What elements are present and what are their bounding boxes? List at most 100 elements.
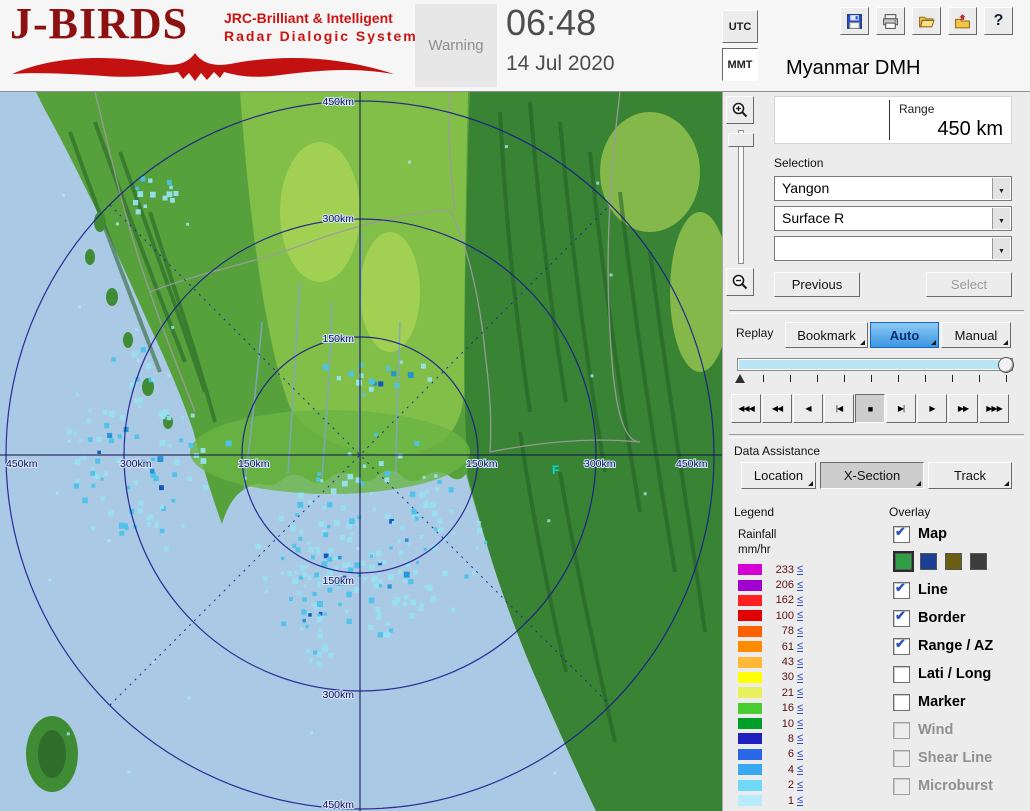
legend-color-swatch: [738, 718, 762, 730]
zoom-out-button[interactable]: [726, 268, 754, 296]
legend-color-swatch: [738, 764, 762, 776]
zoom-slider[interactable]: [726, 130, 754, 264]
corner-triangle-icon: [1003, 340, 1008, 345]
mmt-button[interactable]: MMT: [722, 48, 758, 81]
legend-color-swatch: [738, 564, 762, 576]
legend-value: 6: [787, 748, 794, 761]
dropdown-button[interactable]: [992, 208, 1010, 229]
step-forward-button[interactable]: ▶|: [886, 394, 916, 423]
legend-row: 4 ≤: [738, 762, 834, 777]
overlay-item-border[interactable]: Border: [893, 608, 1029, 628]
legend-unit-2: mm/hr: [738, 544, 771, 556]
export-button[interactable]: [948, 7, 977, 35]
logo-subtitle-1: JRC-Brilliant & Intelligent: [224, 10, 393, 26]
overlay-item-label: Wind: [918, 722, 954, 738]
legend-color-swatch: [738, 641, 762, 653]
utc-button[interactable]: UTC: [722, 10, 758, 43]
play-reverse-button[interactable]: ◀: [793, 394, 823, 423]
timeline-tick: [979, 375, 980, 382]
rewind-start-button[interactable]: ◀◀◀: [731, 394, 761, 423]
checkbox[interactable]: [893, 693, 910, 711]
ring-label: 150km: [322, 333, 354, 345]
checkbox: [893, 721, 910, 739]
x-section-button[interactable]: X-Section: [820, 462, 924, 489]
legend-row: 2 ≤: [738, 777, 834, 792]
dropdown-button[interactable]: [992, 178, 1010, 199]
zoom-out-icon: [732, 274, 748, 290]
legend-color-swatch: [738, 733, 762, 745]
overlay-item-range-az[interactable]: Range / AZ: [893, 636, 1029, 656]
zoom-in-button[interactable]: [726, 96, 754, 124]
separator: [729, 310, 1024, 314]
overlay-item-lati-long[interactable]: Lati / Long: [893, 664, 1029, 684]
location-button[interactable]: Location: [741, 462, 816, 489]
timeline-thumb[interactable]: [998, 357, 1014, 373]
stop-button[interactable]: ■: [855, 394, 885, 423]
legend-row: 8 ≤: [738, 731, 834, 746]
legend-row: 16 ≤: [738, 701, 834, 716]
legend-color-swatch: [738, 779, 762, 791]
zoom-slider-track[interactable]: [738, 130, 744, 264]
overlay-item-line[interactable]: Line: [893, 580, 1029, 600]
fast-forward-button[interactable]: ▶▶: [948, 394, 978, 423]
delta-terrain: [190, 410, 470, 494]
save-button[interactable]: [840, 7, 869, 35]
map-style-swatch[interactable]: [895, 553, 912, 570]
extra-combobox[interactable]: [774, 236, 1012, 261]
legend-value: 78: [781, 625, 794, 638]
manual-button-label: Manual: [954, 327, 998, 343]
map-style-swatch[interactable]: [945, 553, 962, 570]
open-button[interactable]: [912, 7, 941, 35]
overlay-list: Map Line Border Range / AZ Lati / Long Marker…: [893, 524, 1029, 804]
dropdown-button[interactable]: [992, 238, 1010, 259]
site-combobox[interactable]: Yangon: [774, 176, 1012, 201]
manual-button[interactable]: Manual: [941, 322, 1011, 348]
play-button[interactable]: ▶: [917, 394, 947, 423]
product-combobox[interactable]: Surface R: [774, 206, 1012, 231]
timeline-tick: [952, 375, 953, 382]
product-value: Surface R: [782, 210, 845, 226]
print-icon: [883, 13, 898, 29]
overlay-item-label: Map: [918, 526, 947, 542]
legend-scale: 233 ≤206 ≤162 ≤100 ≤78 ≤61 ≤43 ≤30 ≤21 ≤16 ≤10 ≤8 ≤6…: [738, 562, 834, 808]
legend-value: 30: [781, 671, 794, 684]
map-style-swatch[interactable]: [970, 553, 987, 570]
legend-row: 30 ≤: [738, 670, 834, 685]
checkbox[interactable]: [893, 609, 910, 627]
timeline-slider[interactable]: [737, 357, 1014, 373]
zoom-controls: [726, 96, 756, 296]
warning-indicator[interactable]: Warning: [415, 4, 497, 87]
overlay-item-label: Border: [918, 610, 966, 626]
zoom-slider-thumb[interactable]: [728, 133, 754, 147]
auto-button[interactable]: Auto: [870, 322, 939, 348]
forward-end-button[interactable]: ▶▶▶: [979, 394, 1009, 423]
overlay-item-marker[interactable]: Marker: [893, 692, 1029, 712]
bookmark-button[interactable]: Bookmark: [785, 322, 868, 348]
separator: [729, 434, 1024, 438]
step-back-button[interactable]: |◀: [824, 394, 854, 423]
auto-button-label: Auto: [889, 327, 920, 343]
ring-label: 450km: [676, 458, 708, 470]
checkbox[interactable]: [893, 581, 910, 599]
corner-triangle-icon: [1004, 481, 1009, 486]
track-button[interactable]: Track: [928, 462, 1012, 489]
map-style-swatch[interactable]: [920, 553, 937, 570]
legend-row: 1 ≤: [738, 793, 834, 808]
print-button[interactable]: [876, 7, 905, 35]
checkbox[interactable]: [893, 637, 910, 655]
overlay-item-label: Microburst: [918, 778, 993, 794]
help-button[interactable]: ?: [984, 7, 1013, 35]
fast-rewind-button[interactable]: ◀◀: [762, 394, 792, 423]
previous-button[interactable]: Previous: [774, 272, 860, 297]
range-display: Range 450 km: [774, 96, 1012, 144]
location-button-label: Location: [753, 468, 804, 483]
radar-map[interactable]: 450km 300km 150km 150km 300km 450km 450k…: [0, 92, 722, 811]
checkbox[interactable]: [893, 525, 910, 543]
legend-operator: ≤: [797, 686, 804, 699]
overlay-item-label: Marker: [918, 694, 966, 710]
timeline-ticks: [735, 373, 1013, 385]
checkbox[interactable]: [893, 665, 910, 683]
data-assistance-label: Data Assistance: [734, 444, 821, 458]
timeline-tick: [763, 375, 764, 382]
overlay-item-map[interactable]: Map: [893, 524, 1029, 544]
